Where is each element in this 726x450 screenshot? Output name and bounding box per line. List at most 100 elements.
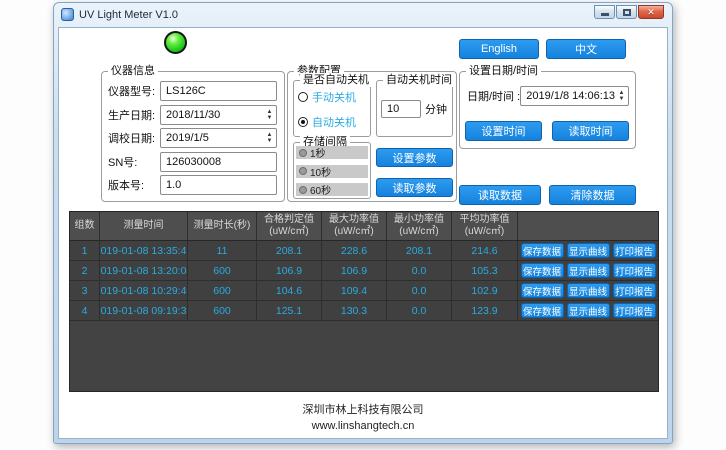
cell-max: 106.9 (322, 261, 387, 280)
minutes-unit-label: 分钟 (425, 101, 447, 117)
save-data-button[interactable]: 保存数据 (521, 283, 564, 298)
cell-group: 2 (70, 261, 100, 280)
radio-on-icon (298, 117, 308, 127)
print-report-button[interactable]: 打印报告 (613, 263, 656, 278)
header-group: 组数 (70, 212, 100, 240)
cell-min: 208.1 (387, 241, 452, 260)
cell-actions: 保存数据 显示曲线 打印报告 (518, 281, 658, 300)
app-icon (61, 8, 74, 21)
radio-label: 60秒 (310, 182, 331, 197)
field-version: 版本号: 1.0 (108, 175, 277, 195)
cell-time: 2019-01-08 13:35:47 (100, 241, 188, 260)
window-title: UV Light Meter V1.0 (79, 9, 178, 21)
measurement-table: 组数 测量时间 测量时长(秒) 合格判定值(uW/c㎡) 最大功率值(uW/c㎡… (69, 211, 659, 392)
field-label: 仪器型号: (108, 83, 160, 99)
close-button[interactable]: ✕ (638, 5, 664, 19)
radio-disabled-icon (299, 149, 307, 157)
header-time: 测量时间 (100, 212, 188, 240)
datetime-input[interactable]: 2019/1/8 14:06:13 ▲▼ (520, 86, 629, 106)
field-serial-number: SN号: 126030008 (108, 152, 277, 172)
show-curve-button[interactable]: 显示曲线 (567, 263, 610, 278)
clear-data-button[interactable]: 清除数据 (549, 185, 636, 205)
radio-label: 1秒 (310, 145, 326, 160)
footer-website: www.linshangtech.cn (59, 420, 667, 432)
cell-threshold: 106.9 (257, 261, 322, 280)
radio-interval-1s: 1秒 (296, 146, 368, 159)
radio-manual-poweroff[interactable]: 手动关机 (298, 89, 368, 105)
header-max-power: 最大功率值(uW/c㎡) (322, 212, 387, 240)
print-report-button[interactable]: 打印报告 (613, 243, 656, 258)
group-title: 设置日期/时间 (466, 64, 541, 78)
cell-time: 2019-01-08 09:19:35 (100, 301, 188, 320)
spinner-icon[interactable]: ▲▼ (263, 106, 276, 124)
cell-actions: 保存数据 显示曲线 打印报告 (518, 241, 658, 260)
spinner-icon[interactable]: ▲▼ (263, 129, 276, 147)
field-value: 10 (382, 103, 420, 115)
app-window: UV Light Meter V1.0 ✕ English 中文 仪器信息 仪器… (53, 2, 673, 444)
cell-threshold: 208.1 (257, 241, 322, 260)
cell-avg: 123.9 (452, 301, 518, 320)
cell-group: 3 (70, 281, 100, 300)
show-curve-button[interactable]: 显示曲线 (567, 243, 610, 258)
radio-label: 自动关机 (312, 114, 356, 130)
instrument-fields: 仪器型号: LS126C 生产日期: 2018/11/30 ▲▼ 调校日期: 2… (108, 81, 277, 195)
radio-interval-60s: 60秒 (296, 183, 368, 196)
spinner-icon[interactable]: ▲▼ (615, 87, 628, 105)
read-params-button[interactable]: 读取参数 (376, 178, 453, 197)
param-config-group: 参数配置 是否自动关机 手动关机 自动关机 自动关机时间 1 (287, 71, 457, 202)
maximize-icon (623, 9, 631, 16)
cell-max: 109.4 (322, 281, 387, 300)
field-value: LS126C (161, 85, 276, 97)
set-params-button[interactable]: 设置参数 (376, 148, 453, 167)
cell-duration: 11 (188, 241, 257, 260)
window-controls: ✕ (594, 5, 664, 19)
header-duration: 测量时长(秒) (188, 212, 257, 240)
production-date-input[interactable]: 2018/11/30 ▲▼ (160, 105, 277, 125)
version-input[interactable]: 1.0 (160, 175, 277, 195)
read-data-button[interactable]: 读取数据 (459, 185, 541, 205)
auto-off-group: 是否自动关机 手动关机 自动关机 (293, 80, 371, 137)
calibration-date-input[interactable]: 2019/1/5 ▲▼ (160, 128, 277, 148)
cell-min: 0.0 (387, 261, 452, 280)
cell-duration: 600 (188, 261, 257, 280)
set-time-button[interactable]: 设置时间 (465, 121, 542, 141)
radio-disabled-icon (299, 186, 307, 194)
client-area: English 中文 仪器信息 仪器型号: LS126C 生产日期: 2018/… (58, 27, 668, 439)
save-data-button[interactable]: 保存数据 (521, 303, 564, 318)
cell-threshold: 125.1 (257, 301, 322, 320)
minimize-button[interactable] (594, 5, 615, 19)
radio-off-icon (298, 92, 308, 102)
read-time-button[interactable]: 读取时间 (552, 121, 629, 141)
serial-number-input[interactable]: 126030008 (160, 152, 277, 172)
radio-disabled-icon (299, 167, 307, 175)
radio-interval-10s: 10秒 (296, 165, 368, 178)
header-threshold: 合格判定值(uW/c㎡) (257, 212, 322, 240)
datetime-group: 设置日期/时间 日期/时间 : 2019/1/8 14:06:13 ▲▼ 设置时… (459, 71, 636, 149)
cell-max: 130.3 (322, 301, 387, 320)
save-data-button[interactable]: 保存数据 (521, 243, 564, 258)
english-language-button[interactable]: English (459, 39, 539, 59)
show-curve-button[interactable]: 显示曲线 (567, 303, 610, 318)
cell-duration: 600 (188, 281, 257, 300)
header-actions (518, 212, 658, 240)
cell-actions: 保存数据 显示曲线 打印报告 (518, 261, 658, 280)
table-header-row: 组数 测量时间 测量时长(秒) 合格判定值(uW/c㎡) 最大功率值(uW/c㎡… (70, 212, 658, 241)
title-bar: UV Light Meter V1.0 ✕ (54, 3, 672, 26)
maximize-button[interactable] (616, 5, 637, 19)
instrument-info-group: 仪器信息 仪器型号: LS126C 生产日期: 2018/11/30 ▲▼ 调校… (101, 71, 285, 202)
auto-off-time-group: 自动关机时间 10 分钟 (376, 80, 453, 137)
radio-auto-poweroff[interactable]: 自动关机 (298, 114, 368, 130)
chinese-language-button[interactable]: 中文 (546, 39, 626, 59)
model-input[interactable]: LS126C (160, 81, 277, 101)
save-data-button[interactable]: 保存数据 (521, 263, 564, 278)
connection-led-indicator (164, 31, 187, 54)
auto-off-minutes-input[interactable]: 10 (381, 100, 421, 118)
field-label: 版本号: (108, 177, 160, 193)
print-report-button[interactable]: 打印报告 (613, 283, 656, 298)
cell-avg: 214.6 (452, 241, 518, 260)
table-row: 1 2019-01-08 13:35:47 11 208.1 228.6 208… (70, 241, 658, 261)
cell-duration: 600 (188, 301, 257, 320)
print-report-button[interactable]: 打印报告 (613, 303, 656, 318)
show-curve-button[interactable]: 显示曲线 (567, 283, 610, 298)
header-avg-power: 平均功率值(uW/c㎡) (452, 212, 518, 240)
